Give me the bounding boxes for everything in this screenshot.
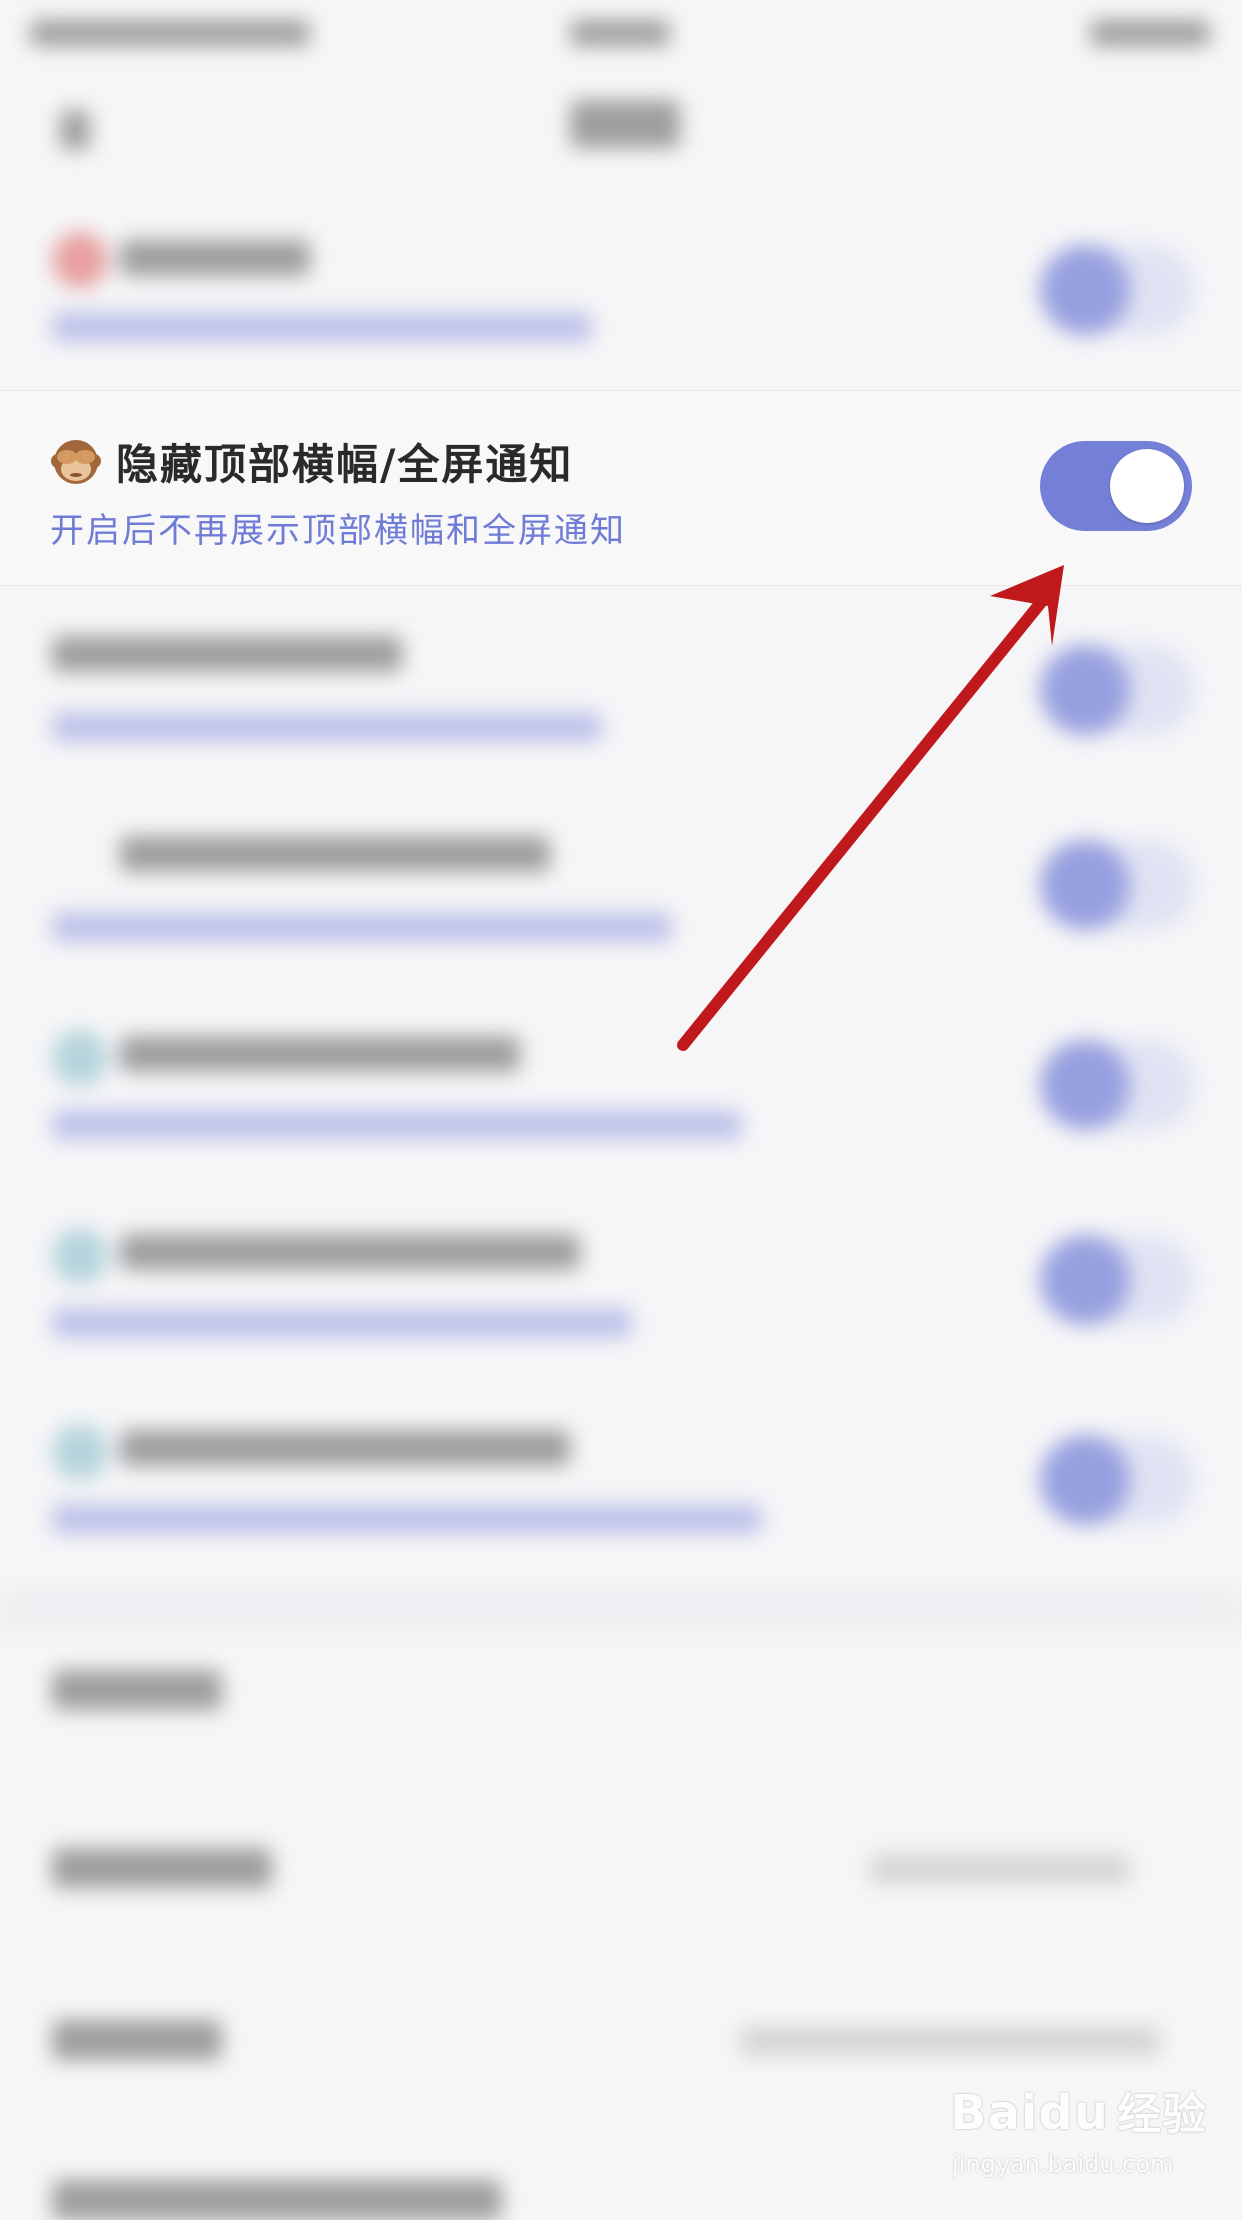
section-item-3-value — [740, 2026, 1160, 2056]
row7-toggle-knob — [1040, 1435, 1130, 1525]
setting-title: 隐藏顶部横幅/全屏通知 — [50, 433, 573, 489]
status-bar-right — [1090, 20, 1210, 46]
row5-subtitle — [52, 1110, 742, 1140]
setting-row-hide-banner[interactable]: 隐藏顶部横幅/全屏通知 开启后不再展示顶部横幅和全屏通知 — [0, 390, 1242, 586]
section-item-2[interactable] — [52, 1848, 272, 1888]
section-divider — [0, 1590, 1242, 1630]
watermark-brand-text: Baidu — [950, 2085, 1109, 2141]
hide-banner-toggle[interactable] — [1040, 441, 1192, 531]
row4-title — [120, 836, 550, 872]
status-bar-left — [30, 20, 310, 46]
section-item-1[interactable] — [52, 1670, 222, 1710]
row6-title — [120, 1234, 580, 1270]
row1-title — [120, 240, 310, 276]
row1-toggle-knob — [1040, 245, 1130, 335]
row3-title — [52, 636, 402, 672]
watermark-url: jingyan.baidu.com — [952, 2150, 1174, 2178]
section-item-3[interactable] — [52, 2020, 222, 2060]
back-icon[interactable] — [60, 110, 90, 150]
setting-subtitle: 开启后不再展示顶部横幅和全屏通知 — [50, 511, 626, 551]
watermark-brand-cn: 经验 — [1116, 2089, 1207, 2140]
row5-title — [120, 1036, 520, 1072]
row7-subtitle — [52, 1504, 762, 1534]
section-item-4[interactable] — [52, 2180, 502, 2220]
row6-subtitle — [52, 1308, 632, 1338]
row7-title — [120, 1430, 570, 1466]
row7-icon — [52, 1424, 108, 1480]
status-bar-center — [570, 20, 670, 46]
row5-icon — [52, 1030, 108, 1086]
baidu-watermark: Baidu 经验 jingyan.baidu.com — [950, 2060, 1240, 2190]
setting-title-text: 隐藏顶部横幅/全屏通知 — [116, 439, 574, 489]
row4-toggle-knob — [1040, 840, 1130, 930]
watermark-brand: Baidu 经验 — [950, 2078, 1207, 2142]
row6-toggle-knob — [1040, 1235, 1130, 1325]
row3-subtitle — [52, 712, 602, 742]
row5-toggle-knob — [1040, 1040, 1130, 1130]
row4-subtitle — [52, 912, 672, 942]
row1-subtitle — [52, 312, 592, 342]
section-item-2-value — [870, 1854, 1130, 1884]
toggle-thumb — [1110, 449, 1184, 523]
page-title — [570, 100, 680, 148]
row1-icon — [52, 232, 108, 288]
row6-icon — [52, 1228, 108, 1284]
see-no-evil-monkey-icon — [50, 435, 102, 487]
row3-toggle-knob — [1040, 645, 1130, 735]
blurred-background — [0, 0, 1242, 2220]
